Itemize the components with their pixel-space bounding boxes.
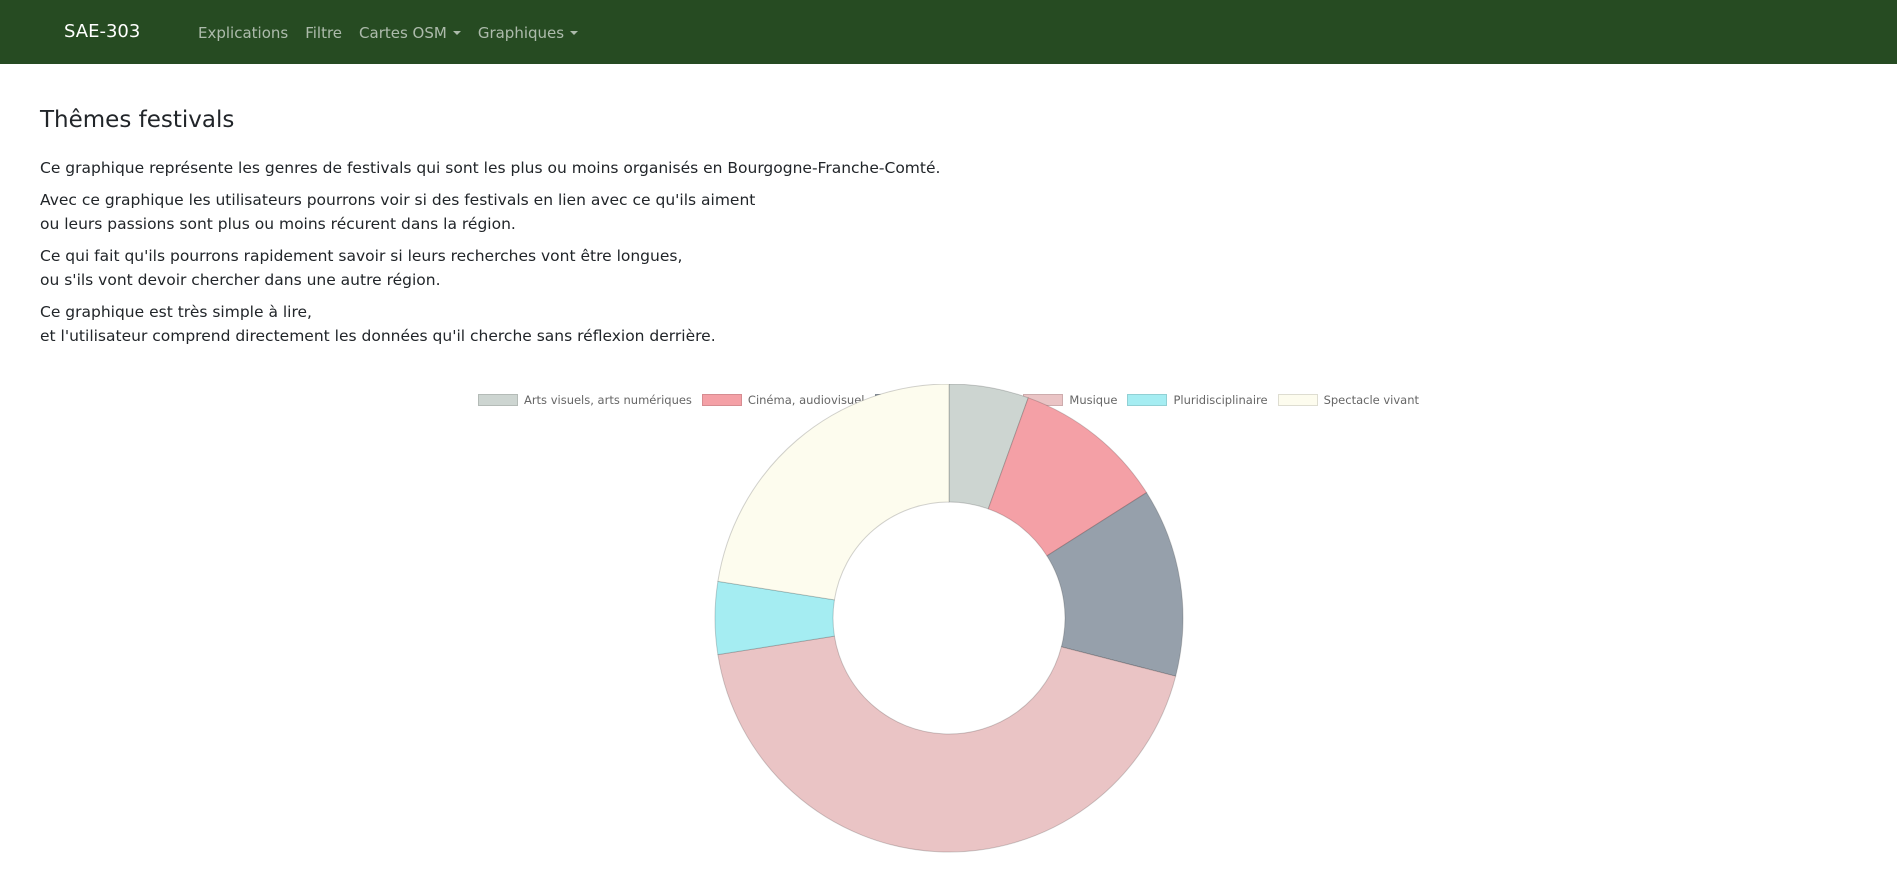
nav-cartes-osm-label: Cartes OSM <box>359 24 447 42</box>
doughnut-slice[interactable] <box>717 384 950 601</box>
nav-explications[interactable]: Explications <box>198 24 288 42</box>
paragraph-users: Avec ce graphique les utilisateurs pourr… <box>40 191 756 233</box>
chevron-down-icon <box>570 31 579 35</box>
nav-graphiques-dropdown[interactable]: Graphiques <box>477 24 579 42</box>
doughnut-chart: Arts visuels, arts numériques Cinéma, aud… <box>0 384 1897 887</box>
nav-graphiques-label: Graphiques <box>477 24 565 42</box>
brand-link[interactable]: SAE-303 <box>64 21 140 42</box>
doughnut-slice[interactable] <box>717 635 1177 853</box>
chevron-down-icon <box>452 31 461 35</box>
main-content: Thêmes festivals Ce graphique représente… <box>40 104 1860 356</box>
doughnut-svg <box>714 384 1184 853</box>
paragraph-intro: Ce graphique représente les genres de fe… <box>40 159 941 177</box>
nav-menu: Explications Filtre Cartes OSM Graphique… <box>198 24 579 42</box>
paragraph-search: Ce qui fait qu'ils pourrons rapidement s… <box>40 247 683 289</box>
page-title: Thêmes festivals <box>40 107 235 133</box>
navbar: SAE-303 Explications Filtre Cartes OSM G… <box>0 0 1897 64</box>
nav-cartes-osm-dropdown[interactable]: Cartes OSM <box>359 24 461 42</box>
nav-filtre[interactable]: Filtre <box>305 24 342 42</box>
paragraph-readability: Ce graphique est très simple à lire, et … <box>40 303 716 345</box>
